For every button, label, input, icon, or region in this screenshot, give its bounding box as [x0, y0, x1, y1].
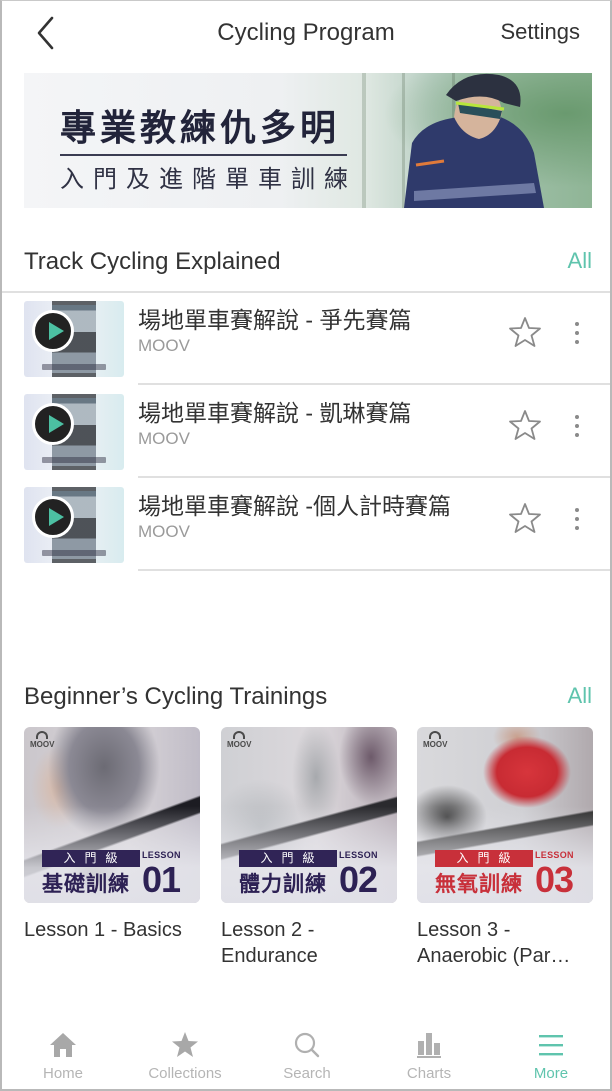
section-title: Track Cycling Explained: [24, 248, 281, 275]
star-icon: [172, 1032, 198, 1057]
search-icon: [294, 1032, 320, 1058]
moov-logo: MOOV: [423, 731, 447, 749]
star-outline-icon[interactable]: [508, 315, 542, 349]
track-artist: MOOV: [138, 522, 190, 541]
lesson-caption[interactable]: Lesson 2 - Endurance: [221, 917, 397, 969]
thumbnail-caption: [42, 364, 106, 370]
see-all-link[interactable]: All: [568, 248, 592, 274]
banner-title: 專業教練仇多明: [60, 107, 341, 148]
level-badge: 入門級: [239, 850, 337, 867]
star-outline-icon[interactable]: [508, 501, 542, 535]
star-outline-icon[interactable]: [508, 408, 542, 442]
thumbnail-caption: [42, 550, 106, 556]
track-row[interactable]: 場地單車賽解說 - 凱琳賽篇 MOOV: [2, 386, 610, 478]
section-title: Beginner’s Cycling Trainings: [24, 683, 328, 710]
track-title: 場地單車賽解說 - 爭先賽篇: [138, 307, 412, 333]
see-all-link[interactable]: All: [568, 683, 592, 709]
play-icon[interactable]: [32, 310, 74, 352]
navigation-bar: Cycling Program Settings: [2, 1, 610, 65]
menu-icon: [539, 1035, 563, 1056]
divider: [138, 569, 610, 571]
play-icon[interactable]: [32, 403, 74, 445]
lesson-card[interactable]: MOOV 入門級 LESSON 無氧訓練 03 Lesson 3 - Anaer…: [417, 727, 593, 969]
divider: [138, 476, 610, 478]
divider: [138, 383, 610, 385]
tab-charts[interactable]: Charts: [379, 1029, 479, 1089]
bar-chart-icon: [417, 1033, 441, 1058]
lesson-number: 03: [535, 859, 574, 900]
banner-divider: [60, 154, 347, 156]
tab-home[interactable]: Home: [13, 1029, 113, 1089]
more-vertical-icon[interactable]: [568, 319, 586, 347]
logo-text: MOOV: [227, 740, 252, 749]
home-icon: [50, 1033, 76, 1057]
tab-label: Search: [283, 1065, 331, 1082]
lesson-number: 02: [339, 859, 378, 900]
logo-text: MOOV: [30, 740, 55, 749]
play-icon[interactable]: [32, 496, 74, 538]
tab-more[interactable]: More: [501, 1029, 601, 1089]
lesson-card[interactable]: MOOV 入門級 LESSON 體力訓練 02 Lesson 2 - Endur…: [221, 727, 397, 969]
lesson-cover[interactable]: MOOV 入門級 LESSON 無氧訓練 03: [417, 727, 593, 903]
headphones-icon: [233, 731, 246, 739]
lesson-chinese-title: 無氧訓練: [435, 873, 523, 896]
track-title: 場地單車賽解說 - 凱琳賽篇: [138, 400, 412, 426]
training-section-header: Beginner’s Cycling Trainings All: [24, 683, 592, 717]
tab-label: Charts: [406, 1065, 452, 1082]
tab-search[interactable]: Search: [257, 1029, 357, 1089]
tab-label: More: [533, 1065, 569, 1082]
track-row[interactable]: 場地單車賽解說 - 爭先賽篇 MOOV: [2, 293, 610, 385]
track-section-header: Track Cycling Explained All: [24, 248, 592, 282]
tab-collections[interactable]: Collections: [135, 1029, 235, 1089]
more-vertical-icon[interactable]: [568, 412, 586, 440]
level-badge: 入門級: [42, 850, 140, 867]
promo-banner[interactable]: 專業教練仇多明 入門及進階單車訓練: [24, 73, 592, 208]
thumbnail-caption: [42, 457, 106, 463]
settings-button[interactable]: Settings: [501, 19, 581, 45]
lesson-chinese-title: 基礎訓練: [42, 873, 130, 896]
lesson-card[interactable]: MOOV 入門級 LESSON 基礎訓練 01 Lesson 1 - Basic…: [24, 727, 200, 943]
tab-label: Collections: [148, 1065, 222, 1082]
lesson-caption[interactable]: Lesson 3 - Anaerobic (Par…: [417, 917, 593, 969]
lesson-cover[interactable]: MOOV 入門級 LESSON 體力訓練 02: [221, 727, 397, 903]
cyclist-image: [404, 73, 544, 208]
headphones-icon: [36, 731, 49, 739]
tab-bar: Home Collections Search Charts More: [2, 1029, 610, 1089]
moov-logo: MOOV: [227, 731, 251, 749]
lesson-caption[interactable]: Lesson 1 - Basics: [24, 917, 200, 943]
track-artist: MOOV: [138, 336, 190, 355]
tab-label: Home: [42, 1065, 83, 1082]
lesson-number: 01: [142, 859, 181, 900]
track-title: 場地單車賽解說 -個人計時賽篇: [138, 493, 452, 519]
lesson-chinese-title: 體力訓練: [239, 873, 327, 896]
headphones-icon: [429, 731, 442, 739]
banner-subtitle: 入門及進階單車訓練: [60, 166, 357, 193]
lesson-cover[interactable]: MOOV 入門級 LESSON 基礎訓練 01: [24, 727, 200, 903]
level-badge: 入門級: [435, 850, 533, 867]
moov-logo: MOOV: [30, 731, 54, 749]
logo-text: MOOV: [423, 740, 448, 749]
more-vertical-icon[interactable]: [568, 505, 586, 533]
track-artist: MOOV: [138, 429, 190, 448]
track-row[interactable]: 場地單車賽解說 -個人計時賽篇 MOOV: [2, 479, 610, 571]
